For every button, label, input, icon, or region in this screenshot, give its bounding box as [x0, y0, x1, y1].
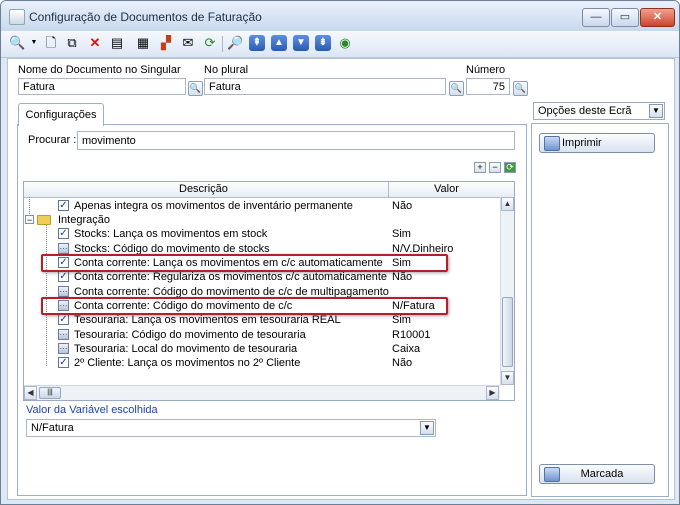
marked-button[interactable]: Marcada	[539, 464, 655, 484]
table-row[interactable]: ✓ Stocks: Lança os movimentos em stock S…	[24, 227, 499, 241]
properties-icon[interactable]: ▤	[109, 35, 125, 51]
chevron-down-icon[interactable]: ▼	[420, 421, 434, 435]
scroll-down-icon[interactable]: ▼	[501, 371, 514, 385]
column-header-value[interactable]: Valor	[434, 183, 459, 195]
refresh-grid-button[interactable]: ⟳	[504, 162, 516, 173]
variable-value-text: N/Fatura	[31, 422, 74, 434]
table-row[interactable]: ✓ Conta corrente: Regulariza os moviment…	[24, 270, 499, 284]
maximize-button[interactable]: ▭	[611, 8, 639, 27]
search-dropdown-icon[interactable]: ▼	[26, 35, 42, 51]
number-lookup-icon[interactable]: 🔍	[513, 81, 528, 96]
first-record-icon[interactable]: ⇞	[249, 35, 265, 51]
vertical-scroll-thumb[interactable]	[502, 297, 513, 367]
horizontal-scrollbar[interactable]: ◀ ||| ▶	[24, 385, 500, 400]
singular-name-field[interactable]: Fatura	[18, 78, 186, 95]
scroll-left-icon[interactable]: ◀	[24, 386, 37, 400]
help-icon[interactable]: ◉	[337, 35, 353, 51]
copy-icon[interactable]: ⧉	[64, 35, 80, 51]
search-icon[interactable]: 🔍	[9, 35, 25, 51]
search-label: Procurar :	[28, 134, 77, 146]
expand-all-button[interactable]: +	[474, 162, 486, 173]
vertical-scrollbar[interactable]: ▲ ▼	[500, 197, 514, 385]
next-record-icon[interactable]: ▼	[293, 35, 309, 51]
settings-grid: Descrição Valor ✓ Apenas integra os movi…	[23, 181, 515, 401]
plural-field[interactable]: Fatura	[204, 78, 446, 95]
right-options-panel: Imprimir Marcada	[531, 123, 669, 497]
grid-header: Descrição Valor	[24, 182, 514, 198]
checkbox-icon[interactable]: ✓	[58, 228, 69, 239]
app-icon	[9, 9, 25, 25]
singular-name-label: Nome do Documento no Singular	[18, 64, 181, 76]
delete-icon[interactable]: ✕	[87, 35, 103, 51]
main-content: Nome do Documento no Singular Fatura 🔍 N…	[7, 58, 675, 500]
print-button[interactable]: Imprimir	[539, 133, 655, 153]
organize-icon[interactable]: ▞	[158, 35, 174, 51]
preview-icon[interactable]: 🔎	[227, 35, 243, 51]
chevron-down-icon[interactable]: ▼	[649, 104, 663, 118]
toolbar: 🔍 ▼ 🗋 ⧉ ✕ ▤ ▦ ▞ ✉ ⟳ 🔎 ⇞ ▲ ▼ ⇟ ◉	[1, 31, 679, 58]
number-field[interactable]: 75	[466, 78, 510, 95]
checkbox-icon[interactable]: ✓	[58, 357, 69, 368]
checkbox-icon[interactable]: ✓	[58, 314, 69, 325]
collapse-icon[interactable]: −	[25, 215, 34, 225]
table-row[interactable]: ··· Tesouraria: Código do movimento de t…	[24, 328, 499, 342]
last-record-icon[interactable]: ⇟	[315, 35, 331, 51]
window-title: Configuração de Documentos de Faturação	[29, 10, 262, 24]
screen-options-select[interactable]: Opções deste Ecrã ▼	[533, 102, 665, 120]
folder-icon	[37, 215, 51, 225]
lookup-value-icon[interactable]: ···	[58, 343, 69, 354]
search-input[interactable]: movimento	[77, 131, 515, 150]
new-document-icon[interactable]: 🗋	[43, 35, 59, 51]
variable-value-label: Valor da Variável escolhida	[26, 404, 158, 416]
tree-node-integracao[interactable]: − Integração	[24, 213, 499, 227]
toolbar-separator	[222, 36, 223, 52]
screen-options-label: Opções deste Ecrã	[538, 105, 632, 117]
lookup-value-icon[interactable]: ···	[58, 286, 69, 297]
highlight-box	[41, 297, 448, 315]
number-label: Número	[466, 64, 506, 76]
singular-lookup-icon[interactable]: 🔍	[188, 81, 203, 96]
table-row[interactable]: ✓ 2º Cliente: Lança os movimentos no 2º …	[24, 356, 499, 370]
email-icon[interactable]: ✉	[180, 35, 196, 51]
close-window-button[interactable]: ✕	[640, 8, 675, 27]
horizontal-scroll-thumb[interactable]: |||	[39, 387, 61, 399]
plural-lookup-icon[interactable]: 🔍	[449, 81, 464, 96]
variable-value-select[interactable]: N/Fatura ▼	[26, 419, 436, 437]
collapse-all-button[interactable]: −	[489, 162, 501, 173]
configurations-panel: Procurar : movimento + − ⟳ Descrição Val…	[17, 124, 527, 496]
scroll-right-icon[interactable]: ▶	[486, 386, 499, 400]
checkbox-icon[interactable]: ✓	[58, 271, 69, 282]
marked-icon	[544, 467, 560, 482]
marked-button-label: Marcada	[580, 468, 624, 480]
lookup-value-icon[interactable]: ···	[58, 243, 69, 254]
refresh-green-icon[interactable]: ⟳	[202, 35, 218, 51]
configuration-window: Configuração de Documentos de Faturação …	[0, 0, 680, 505]
header-divider	[388, 182, 389, 197]
print-button-label: Imprimir	[562, 137, 602, 149]
minimize-button[interactable]: —	[582, 8, 610, 27]
scroll-up-icon[interactable]: ▲	[501, 197, 514, 211]
column-header-description[interactable]: Descrição	[179, 183, 228, 195]
table-row[interactable]: ✓ Tesouraria: Lança os movimentos em tes…	[24, 313, 499, 327]
table-row[interactable]: ··· Tesouraria: Local do movimento de te…	[24, 342, 499, 356]
tab-configuracoes[interactable]: Configurações	[18, 103, 104, 126]
previous-record-icon[interactable]: ▲	[271, 35, 287, 51]
printer-icon	[544, 136, 560, 151]
title-bar: Configuração de Documentos de Faturação …	[1, 1, 679, 31]
table-row[interactable]: ✓ Apenas integra os movimentos de invent…	[24, 199, 499, 213]
grid-icon[interactable]: ▦	[135, 35, 151, 51]
plural-label: No plural	[204, 64, 249, 76]
lookup-value-icon[interactable]: ···	[58, 329, 69, 340]
highlight-box	[41, 254, 448, 272]
checkbox-icon[interactable]: ✓	[58, 200, 69, 211]
